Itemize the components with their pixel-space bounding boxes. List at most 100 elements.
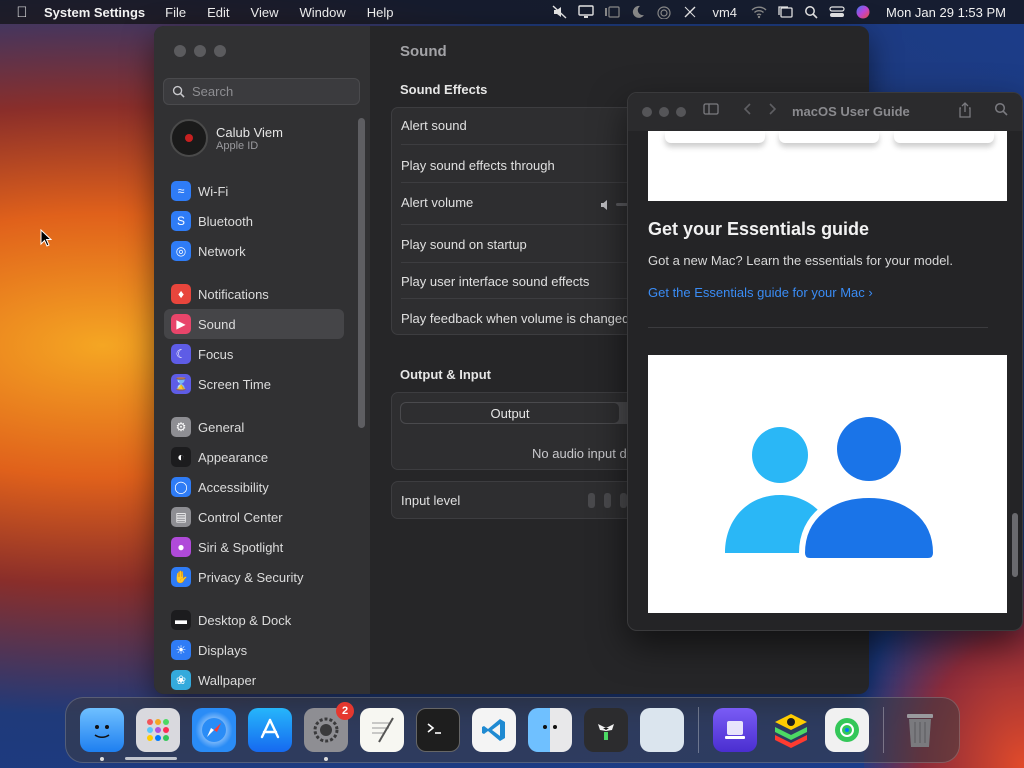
sidebar-item-desktop-dock[interactable]: ▬ Desktop & Dock	[164, 605, 344, 635]
sidebar-item-displays[interactable]: ☀ Displays	[164, 635, 344, 665]
speaker-icon: ▶	[171, 314, 191, 334]
account-subtitle: Apple ID	[216, 139, 259, 152]
menubar-clock[interactable]: Mon Jan 29 1:53 PM	[876, 5, 1006, 20]
pen-off-icon[interactable]	[677, 0, 703, 24]
bluestacks-icon[interactable]	[769, 708, 813, 752]
siri-icon[interactable]	[850, 0, 876, 24]
minimize-button[interactable]	[194, 45, 206, 57]
sidebar-item-accessibility[interactable]: ◯ Accessibility	[164, 472, 344, 502]
sidebar-item-label: Network	[198, 243, 246, 259]
tab-output[interactable]: Output	[401, 403, 619, 423]
sidebar-item-network[interactable]: ◎ Network	[164, 236, 344, 266]
airdrop-icon[interactable]	[651, 0, 677, 24]
sidebar-item-appearance[interactable]: ◐ Appearance	[164, 442, 344, 472]
dock-progress-indicator	[125, 757, 177, 760]
guide-search-icon[interactable]	[994, 102, 1008, 119]
spotlight-search-icon[interactable]	[798, 0, 824, 24]
stage-manager-icon[interactable]	[599, 0, 625, 24]
control-center-icon[interactable]	[824, 0, 850, 24]
hand-icon: ✋	[171, 567, 191, 587]
trash-icon[interactable]	[898, 708, 942, 752]
sidebar-scrollbar[interactable]	[358, 118, 365, 428]
window-overlap-icon[interactable]	[772, 0, 798, 24]
guide-close-button[interactable]	[642, 107, 652, 117]
app-menu[interactable]: System Settings	[44, 5, 145, 20]
wifi-status-icon[interactable]	[746, 0, 772, 24]
startup-sound-row[interactable]: Play sound on startup	[401, 237, 527, 252]
share-icon[interactable]	[958, 102, 972, 121]
mute-icon[interactable]	[547, 0, 573, 24]
hourglass-icon: ⌛	[171, 374, 191, 394]
wallpaper-icon: ❀	[171, 670, 191, 690]
sidebar-item-label: Accessibility	[198, 479, 269, 495]
terminal-icon[interactable]	[416, 708, 460, 752]
apple-id-account[interactable]: Calub Viem Apple ID	[170, 119, 283, 157]
forward-chevron-icon[interactable]	[767, 102, 777, 119]
alert-sound-row[interactable]: Alert sound	[401, 118, 467, 133]
essentials-guide-link[interactable]: Get the Essentials guide for your Mac ›	[648, 285, 873, 300]
volume-feedback-row[interactable]: Play feedback when volume is changed	[401, 311, 629, 326]
preview-icon[interactable]	[640, 708, 684, 752]
guide-minimize-button[interactable]	[659, 107, 669, 117]
back-chevron-icon[interactable]	[743, 102, 753, 119]
sidebar-item-focus[interactable]: ☾ Focus	[164, 339, 344, 369]
safari-icon[interactable]	[192, 708, 236, 752]
sidebar-toggle-icon[interactable]	[703, 102, 719, 119]
textedit-icon[interactable]	[360, 708, 404, 752]
search-input[interactable]	[192, 84, 352, 99]
system-settings-dock-icon[interactable]: 2	[304, 702, 354, 761]
finder-icon[interactable]	[80, 708, 124, 761]
dock-separator	[698, 707, 699, 753]
input-level-label: Input level	[401, 493, 461, 508]
display-mirror-icon[interactable]	[573, 0, 599, 24]
page-title: Sound	[400, 43, 447, 60]
sidebar-item-label: Control Center	[198, 509, 283, 525]
zoom-button[interactable]	[214, 45, 226, 57]
menu-view[interactable]: View	[251, 5, 279, 20]
notification-badge: 2	[336, 702, 354, 720]
menu-file[interactable]: File	[165, 5, 186, 20]
sidebar-item-sound[interactable]: ▶ Sound	[164, 309, 344, 339]
sidebar-item-wi-fi[interactable]: ≈ Wi-Fi	[164, 176, 344, 206]
guide-zoom-button[interactable]	[676, 107, 686, 117]
sidebar-item-wallpaper[interactable]: ❀ Wallpaper	[164, 665, 344, 694]
finder-secondary-icon[interactable]	[528, 708, 572, 752]
sidebar-item-privacy-security[interactable]: ✋ Privacy & Security	[164, 562, 344, 592]
app-store-icon[interactable]	[248, 708, 292, 752]
menu-edit[interactable]: Edit	[207, 5, 229, 20]
sidebar-nav: ≈ Wi-Fi Ѕ Bluetooth ◎ Network ♦ Notifications ▶ S…	[164, 176, 344, 694]
focus-moon-icon[interactable]	[625, 0, 651, 24]
sound-output-row[interactable]: Play sound effects through	[401, 158, 555, 173]
sidebar-group: ⚙ General ◐ Appearance ◯ Accessibility ▤ Contro…	[164, 412, 344, 592]
close-button[interactable]	[174, 45, 186, 57]
sidebar-item-general[interactable]: ⚙ General	[164, 412, 344, 442]
sidebar-item-label: Sound	[198, 316, 236, 332]
mouse-cursor-icon	[40, 228, 53, 252]
input-level-meter	[588, 493, 627, 508]
vm-status-text[interactable]: vm4	[703, 5, 746, 20]
sidebar-item-siri-spotlight[interactable]: ● Siri & Spotlight	[164, 532, 344, 562]
bartender-icon[interactable]	[584, 708, 628, 752]
launchpad-icon[interactable]	[136, 708, 180, 752]
sidebar-item-control-center[interactable]: ▤ Control Center	[164, 502, 344, 532]
sidebar-item-notifications[interactable]: ♦ Notifications	[164, 279, 344, 309]
sidebar-item-label: Desktop & Dock	[198, 612, 292, 628]
alert-volume-row: Alert volume	[401, 195, 474, 210]
apple-configurator-icon[interactable]	[713, 708, 757, 752]
sidebar-item-label: Wallpaper	[198, 672, 257, 688]
menu-window[interactable]: Window	[299, 5, 345, 20]
people-illustration	[648, 355, 1007, 613]
sidebar-item-bluetooth[interactable]: Ѕ Bluetooth	[164, 206, 344, 236]
sidebar-item-screen-time[interactable]: ⌛ Screen Time	[164, 369, 344, 399]
guide-scrollbar[interactable]	[1012, 513, 1018, 577]
vscode-icon[interactable]	[472, 708, 516, 752]
ui-sound-row[interactable]: Play user interface sound effects	[401, 274, 589, 289]
apple-menu-icon[interactable]: 	[0, 4, 44, 21]
sidebar-item-label: Notifications	[198, 286, 269, 302]
bell-icon: ♦	[171, 284, 191, 304]
sidebar-item-label: Siri & Spotlight	[198, 539, 284, 555]
search-icon	[172, 85, 185, 98]
menu-help[interactable]: Help	[367, 5, 394, 20]
divider	[648, 327, 988, 328]
find-my-icon[interactable]	[825, 708, 869, 752]
